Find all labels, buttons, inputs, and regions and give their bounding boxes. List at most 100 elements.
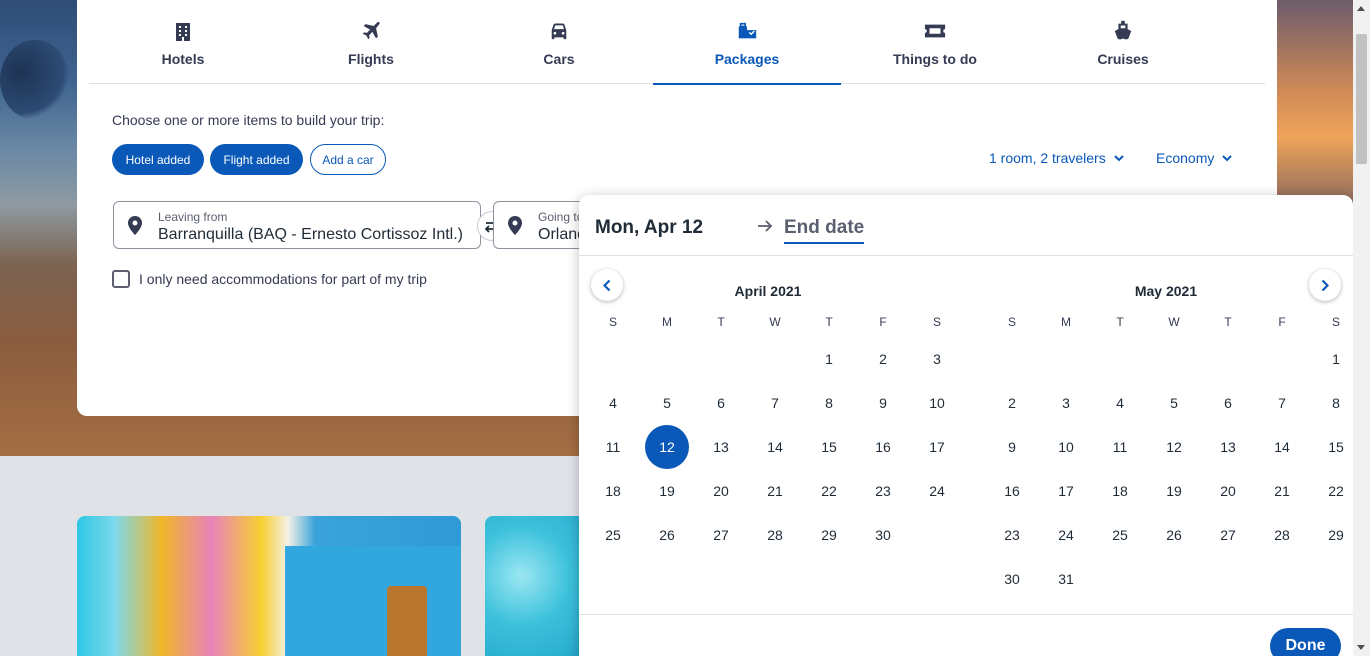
day-number: 22 (1328, 483, 1344, 499)
calendar-day[interactable]: 8 (802, 381, 856, 425)
calendar-day[interactable]: 17 (910, 425, 964, 469)
calendar-day[interactable]: 13 (1201, 425, 1255, 469)
calendar-day[interactable]: 4 (1093, 381, 1147, 425)
tab-label: Packages (714, 51, 780, 67)
calendar-day[interactable]: 25 (1093, 513, 1147, 557)
calendar-day[interactable]: 3 (1039, 381, 1093, 425)
add-car-pill[interactable]: Add a car (310, 144, 386, 175)
date-picker-header: Mon, Apr 12 End date (579, 195, 1353, 256)
empty-day (1201, 337, 1255, 381)
calendar-day[interactable]: 19 (640, 469, 694, 513)
calendar-day[interactable]: 7 (1255, 381, 1309, 425)
cabin-class-dropdown[interactable]: Economy (1156, 150, 1233, 166)
package-icon (736, 20, 758, 42)
calendar-day[interactable]: 25 (586, 513, 640, 557)
calendar-day[interactable]: 26 (640, 513, 694, 557)
calendar-day[interactable]: 20 (1201, 469, 1255, 513)
empty-day (694, 337, 748, 381)
calendar-day[interactable]: 10 (1039, 425, 1093, 469)
end-date[interactable]: End date (784, 217, 865, 244)
calendar-day[interactable]: 5 (640, 381, 694, 425)
day-number: 30 (875, 527, 891, 543)
day-number: 19 (1166, 483, 1182, 499)
destination-tile-1[interactable] (77, 516, 461, 656)
calendar-day[interactable]: 18 (1093, 469, 1147, 513)
weekday-label: T (825, 315, 833, 329)
plane-icon (360, 20, 382, 42)
calendar-day[interactable]: 18 (586, 469, 640, 513)
calendar-day[interactable]: 21 (748, 469, 802, 513)
day-number: 5 (1170, 395, 1178, 411)
tab-cars[interactable]: Cars (465, 0, 653, 84)
checkbox-box[interactable] (112, 270, 130, 288)
vertical-scrollbar[interactable] (1353, 0, 1370, 656)
scrollbar-thumb[interactable] (1356, 34, 1367, 164)
calendar-day[interactable]: 9 (856, 381, 910, 425)
calendar-day[interactable]: 11 (1093, 425, 1147, 469)
calendar-day[interactable]: 5 (1147, 381, 1201, 425)
calendar-day[interactable]: 13 (694, 425, 748, 469)
tab-hotels[interactable]: Hotels (89, 0, 277, 84)
day-number: 12 (645, 425, 689, 469)
calendar-day[interactable]: 30 (985, 557, 1039, 601)
calendar-day[interactable]: 7 (748, 381, 802, 425)
calendar-day[interactable]: 6 (1201, 381, 1255, 425)
day-number: 15 (1328, 439, 1344, 455)
calendar-day[interactable]: 2 (985, 381, 1039, 425)
calendar-day[interactable]: 14 (1255, 425, 1309, 469)
hotel-added-pill[interactable]: Hotel added (112, 144, 204, 175)
calendar-day[interactable]: 27 (1201, 513, 1255, 557)
calendar-day[interactable]: 15 (802, 425, 856, 469)
weekday-label: S (932, 315, 941, 329)
calendar-day[interactable]: 28 (1255, 513, 1309, 557)
flight-added-pill[interactable]: Flight added (210, 144, 303, 175)
calendar-day[interactable]: 20 (694, 469, 748, 513)
calendar-day[interactable]: 12 (1147, 425, 1201, 469)
calendar-day[interactable]: 12 (640, 425, 694, 469)
scroll-down-arrow[interactable] (1357, 645, 1365, 650)
calendar-day[interactable]: 17 (1039, 469, 1093, 513)
day-number: 24 (1058, 527, 1074, 543)
calendar-day[interactable]: 26 (1147, 513, 1201, 557)
calendar-day[interactable]: 23 (985, 513, 1039, 557)
tab-packages[interactable]: Packages (653, 0, 841, 85)
weekday-label: F (1278, 315, 1286, 329)
scroll-up-arrow[interactable] (1357, 6, 1365, 11)
start-date[interactable]: Mon, Apr 12 (595, 217, 703, 239)
travelers-dropdown[interactable]: 1 room, 2 travelers (989, 150, 1124, 166)
day-grid: 1 2 3 4 5 6 7 8 9 10 11 12 13 14 15 16 17 18 19 20 21 22 23 24 2… (985, 337, 1363, 601)
calendar-day[interactable]: 10 (910, 381, 964, 425)
calendar-day[interactable]: 16 (985, 469, 1039, 513)
calendar-day[interactable]: 16 (856, 425, 910, 469)
empty-day (640, 337, 694, 381)
build-trip-intro: Choose one or more items to build your t… (112, 112, 385, 128)
tab-things-to-do[interactable]: Things to do (841, 0, 1029, 84)
calendar-day[interactable]: 30 (856, 513, 910, 557)
calendar-day[interactable]: 23 (856, 469, 910, 513)
calendar-day[interactable]: 14 (748, 425, 802, 469)
calendar-day[interactable]: 22 (802, 469, 856, 513)
calendar-day[interactable]: 2 (856, 337, 910, 381)
calendar-day[interactable]: 1 (802, 337, 856, 381)
leaving-from-field[interactable]: Leaving from Barranquilla (BAQ - Ernesto… (113, 201, 481, 249)
calendar-day[interactable]: 11 (586, 425, 640, 469)
day-number: 10 (1058, 439, 1074, 455)
calendar-day[interactable]: 27 (694, 513, 748, 557)
calendar-day[interactable]: 21 (1255, 469, 1309, 513)
calendar-day[interactable]: 24 (1039, 513, 1093, 557)
calendar-day[interactable]: 28 (748, 513, 802, 557)
tab-cruises[interactable]: Cruises (1029, 0, 1217, 84)
calendar-day[interactable]: 9 (985, 425, 1039, 469)
tab-flights[interactable]: Flights (277, 0, 465, 84)
day-number: 26 (1166, 527, 1182, 543)
partial-accommodation-checkbox[interactable]: I only need accommodations for part of m… (112, 270, 427, 288)
calendar-day[interactable]: 6 (694, 381, 748, 425)
calendar-day[interactable]: 31 (1039, 557, 1093, 601)
tab-label: Flights (348, 51, 394, 67)
calendar-day[interactable]: 3 (910, 337, 964, 381)
calendar-day[interactable]: 4 (586, 381, 640, 425)
calendar-day[interactable]: 19 (1147, 469, 1201, 513)
calendar-day[interactable]: 29 (802, 513, 856, 557)
calendar-day[interactable]: 24 (910, 469, 964, 513)
done-button[interactable]: Done (1270, 628, 1341, 656)
